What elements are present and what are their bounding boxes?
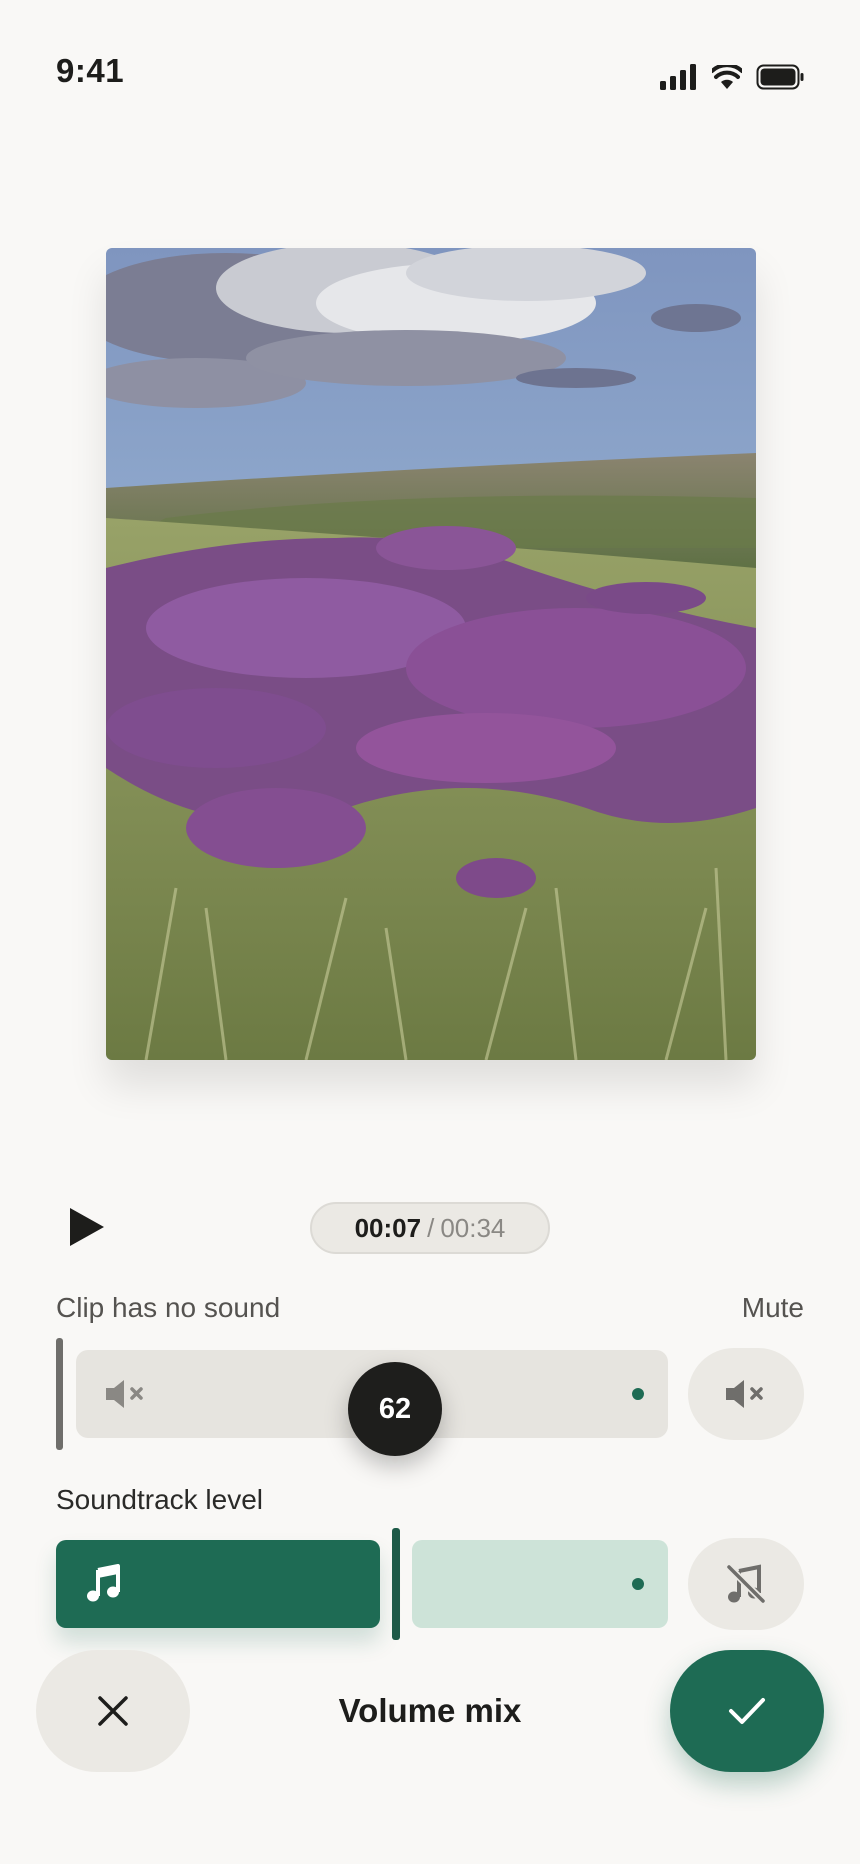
speaker-muted-icon <box>726 1380 763 1408</box>
status-time: 9:41 <box>56 52 125 89</box>
check-icon <box>729 1698 765 1724</box>
mute-label: Mute <box>741 1292 804 1323</box>
soundtrack-mute-button[interactable] <box>688 1538 804 1630</box>
heather-moorland-photo <box>106 248 756 1060</box>
confirm-button[interactable] <box>670 1650 824 1772</box>
status-icons <box>660 64 804 90</box>
music-off-icon <box>726 1564 766 1604</box>
clip-track-end-dot <box>632 1388 644 1400</box>
play-icon <box>70 1208 104 1246</box>
speaker-muted-icon <box>104 1378 148 1415</box>
clip-label: Clip has no sound <box>56 1292 281 1323</box>
total-time: 00:34 <box>440 1212 506 1243</box>
soundtrack-label: Soundtrack level <box>56 1484 264 1515</box>
soundtrack-track-end-dot <box>632 1578 644 1590</box>
music-note-icon <box>86 1564 122 1609</box>
clip-volume-knob[interactable]: 62 <box>348 1362 442 1456</box>
battery-icon <box>756 64 804 90</box>
play-button[interactable] <box>64 1204 110 1250</box>
playback-time: 00:07 / 00:34 <box>310 1202 550 1254</box>
soundtrack-level-remaining[interactable] <box>412 1540 668 1628</box>
time-separator: / <box>427 1212 435 1243</box>
media-preview[interactable] <box>106 248 756 1060</box>
signal-icon <box>660 64 696 90</box>
current-time: 00:07 <box>354 1212 422 1243</box>
soundtrack-level-handle[interactable] <box>392 1528 400 1640</box>
clip-mute-button[interactable] <box>688 1348 804 1440</box>
clip-start-marker <box>56 1338 63 1450</box>
wifi-icon <box>712 65 742 89</box>
